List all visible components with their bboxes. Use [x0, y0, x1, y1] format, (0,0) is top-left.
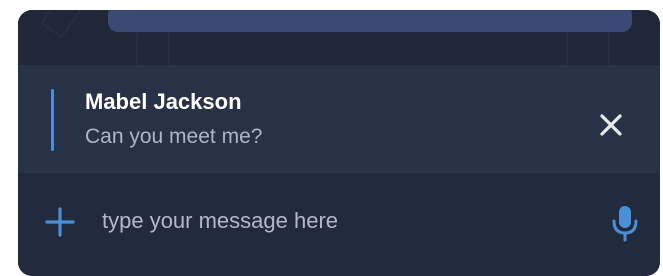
message-bubble[interactable]: [108, 10, 632, 32]
chat-composer-panel: Mabel Jackson Can you meet me?: [18, 10, 660, 276]
reply-accent-bar: [51, 89, 54, 151]
reply-sender-name: Mabel Jackson: [85, 89, 242, 114]
reply-message-text: Can you meet me?: [85, 125, 263, 148]
microphone-icon: [612, 206, 638, 242]
background-pattern: [566, 28, 610, 65]
background-pattern: [136, 30, 170, 65]
reply-preview: Mabel Jackson Can you meet me?: [18, 65, 660, 173]
close-reply-button[interactable]: [594, 108, 628, 142]
voice-message-button[interactable]: [610, 203, 640, 243]
close-icon: [600, 114, 622, 136]
add-attachment-button[interactable]: [42, 204, 78, 240]
message-composer: [18, 173, 660, 276]
background-pattern: [41, 10, 82, 38]
message-input[interactable]: [102, 201, 582, 241]
chat-history-area: [18, 10, 660, 65]
plus-icon: [45, 207, 75, 237]
